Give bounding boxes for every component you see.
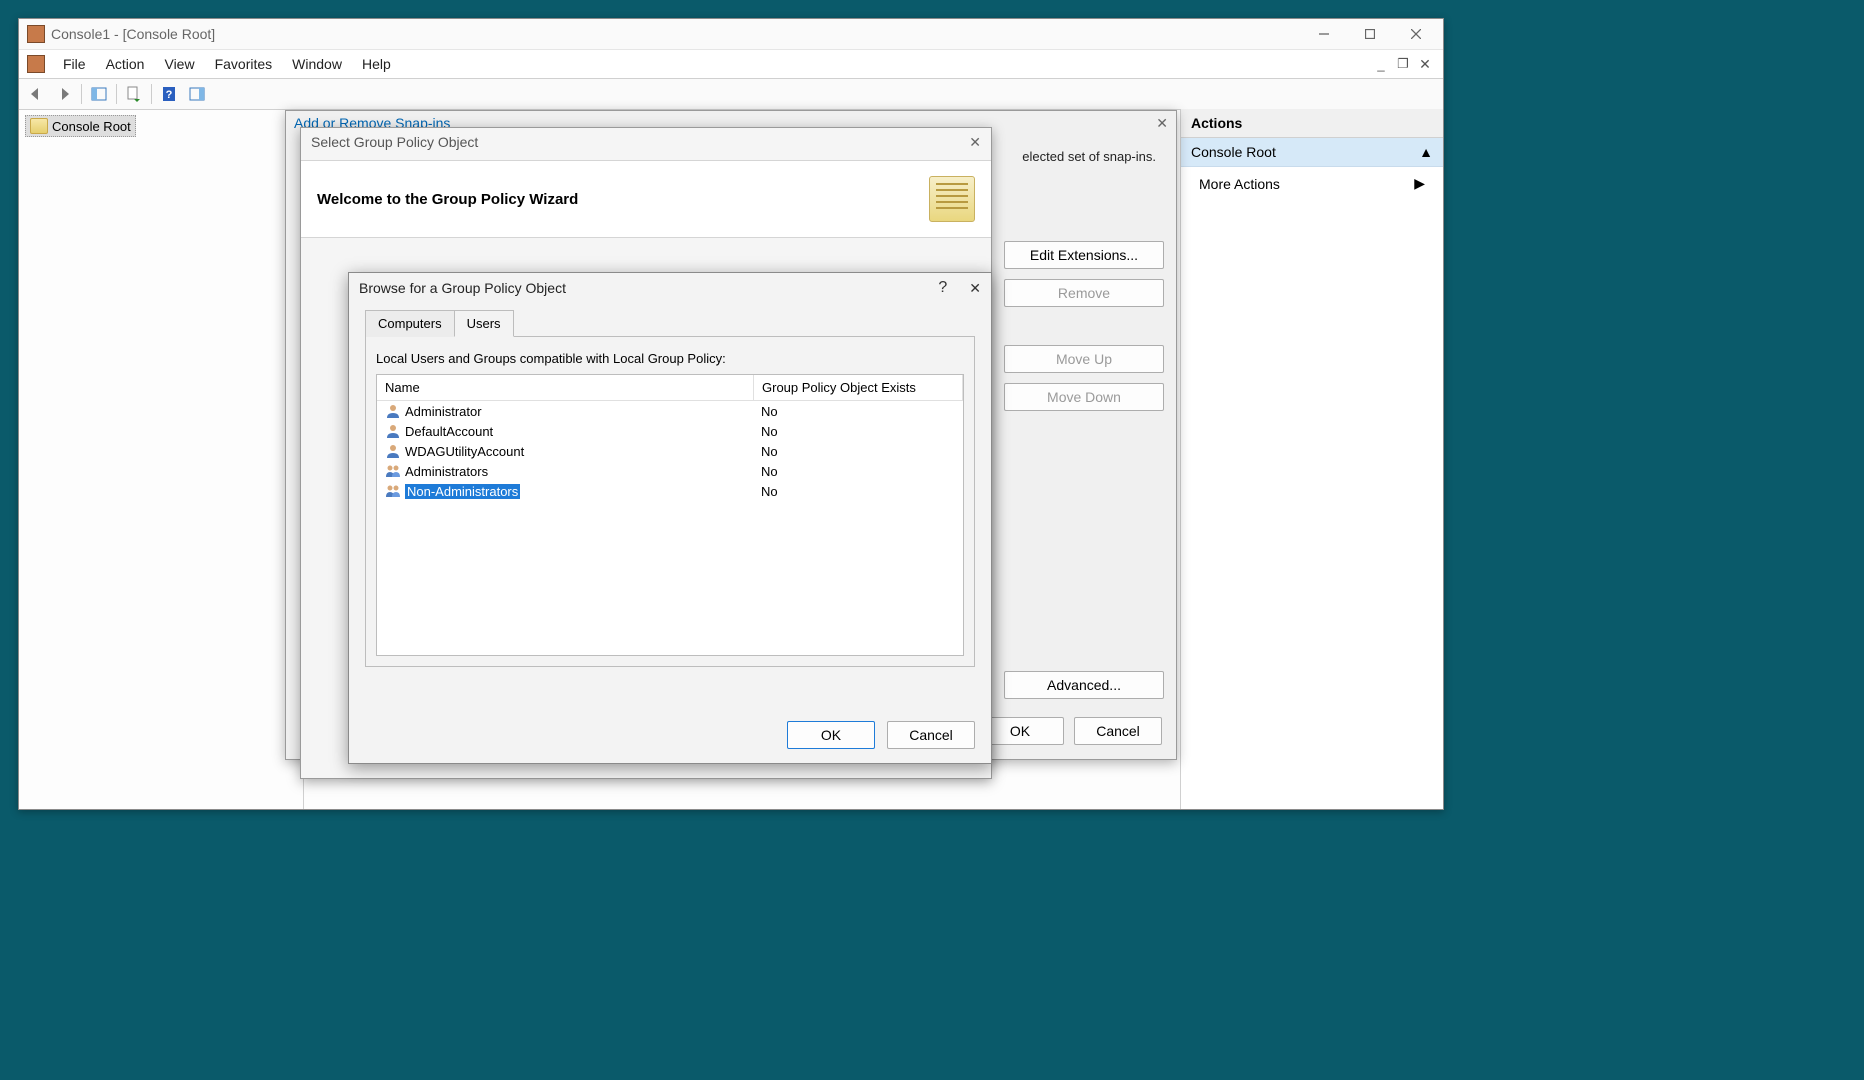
svg-text:?: ? [166,89,173,101]
move-down-button[interactable]: Move Down [1004,383,1164,411]
tab-users[interactable]: Users [454,310,514,337]
close-icon[interactable]: ✕ [969,134,981,160]
back-button[interactable] [23,82,49,106]
listview-header: Name Group Policy Object Exists [377,375,963,401]
show-hide-tree-button[interactable] [86,82,112,106]
actions-header: Actions [1181,109,1443,138]
move-up-button[interactable]: Move Up [1004,345,1164,373]
dialog-title: Select Group Policy Object [311,134,478,160]
tree-item-console-root[interactable]: Console Root [25,115,136,137]
user-icon [385,423,401,439]
chevron-right-icon: ▶ [1414,175,1425,192]
item-name: Administrators [405,464,488,479]
group-icon [385,483,401,499]
wizard-banner-title: Welcome to the Group Policy Wizard [317,191,578,208]
item-name: Administrator [405,404,482,419]
user-icon [385,443,401,459]
cancel-button[interactable]: Cancel [887,721,975,749]
list-item[interactable]: Administrator No [377,401,963,421]
close-button[interactable] [1393,19,1439,49]
item-name: WDAGUtilityAccount [405,444,524,459]
menu-window[interactable]: Window [282,56,352,72]
list-item[interactable]: Non-Administrators No [377,481,963,501]
tab-strip: Computers Users [365,309,975,337]
item-name: Non-Administrators [405,484,520,499]
tab-computers[interactable]: Computers [365,310,455,337]
list-item[interactable]: WDAGUtilityAccount No [377,441,963,461]
toolbar-separator [151,84,152,104]
actions-root-item[interactable]: Console Root ▲ [1181,138,1443,167]
menu-file[interactable]: File [53,56,96,72]
collapse-icon: ▲ [1419,144,1433,160]
item-exists: No [753,462,963,481]
browse-gpo-dialog: Browse for a Group Policy Object ? ✕ Com… [348,272,992,764]
actions-pane: Actions Console Root ▲ More Actions ▶ [1180,109,1443,809]
menu-bar: File Action View Favorites Window Help _… [19,50,1443,79]
close-icon[interactable]: ✕ [969,280,981,297]
app-icon [27,25,45,43]
export-list-button[interactable] [121,82,147,106]
remove-button[interactable]: Remove [1004,279,1164,307]
mdi-close-button[interactable]: ✕ [1415,55,1435,73]
group-icon [385,463,401,479]
item-name: DefaultAccount [405,424,493,439]
mdi-minimize-button[interactable]: _ [1371,55,1391,73]
menu-help[interactable]: Help [352,56,401,72]
actions-root-label: Console Root [1191,144,1276,160]
menu-action[interactable]: Action [96,56,155,72]
ok-button[interactable]: OK [787,721,875,749]
toolbar: ? [19,79,1443,110]
folder-icon [30,118,48,134]
mdi-restore-button[interactable]: ❐ [1393,55,1413,73]
close-icon[interactable]: ✕ [1156,115,1168,137]
scroll-icon [929,176,975,222]
column-exists[interactable]: Group Policy Object Exists [754,375,963,400]
advanced-button[interactable]: Advanced... [1004,671,1164,699]
window-title: Console1 - [Console Root] [51,26,1301,42]
column-name[interactable]: Name [377,375,754,400]
actions-more-item[interactable]: More Actions ▶ [1181,167,1443,200]
minimize-button[interactable] [1301,19,1347,49]
item-exists: No [753,402,963,421]
item-exists: No [753,482,963,501]
help-button[interactable]: ? [156,82,182,106]
toolbar-separator [116,84,117,104]
doc-icon [27,55,45,73]
list-item[interactable]: DefaultAccount No [377,421,963,441]
cancel-button[interactable]: Cancel [1074,717,1162,745]
tree-item-label: Console Root [52,119,131,134]
users-listview[interactable]: Name Group Policy Object Exists Administ… [376,374,964,656]
menu-favorites[interactable]: Favorites [205,56,283,72]
list-item[interactable]: Administrators No [377,461,963,481]
dialog-title: Browse for a Group Policy Object [359,280,566,296]
edit-extensions-button[interactable]: Edit Extensions... [1004,241,1164,269]
item-exists: No [753,422,963,441]
menu-view[interactable]: View [154,56,204,72]
tree-pane: Console Root [19,109,304,809]
toolbar-separator [81,84,82,104]
help-icon[interactable]: ? [938,279,947,297]
title-bar: Console1 - [Console Root] [19,19,1443,50]
user-icon [385,403,401,419]
maximize-button[interactable] [1347,19,1393,49]
list-label: Local Users and Groups compatible with L… [376,351,964,366]
item-exists: No [753,442,963,461]
show-hide-action-button[interactable] [184,82,210,106]
actions-more-label: More Actions [1199,176,1280,192]
forward-button[interactable] [51,82,77,106]
